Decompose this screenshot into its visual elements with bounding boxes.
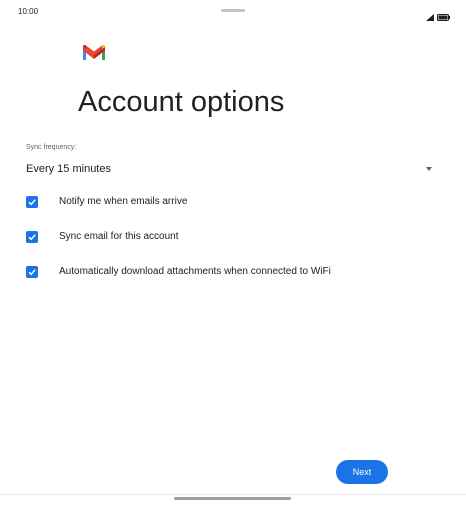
sync-email-label: Sync email for this account bbox=[59, 231, 179, 242]
download-attachments-label: Automatically download attachments when … bbox=[59, 266, 331, 277]
option-download-attachments: Automatically download attachments when … bbox=[26, 265, 426, 281]
download-attachments-checkbox[interactable] bbox=[26, 266, 38, 278]
notify-emails-checkbox[interactable] bbox=[26, 196, 38, 208]
sync-frequency-label: Sync frequency: bbox=[26, 144, 77, 151]
gmail-logo-icon bbox=[82, 43, 106, 61]
check-icon bbox=[28, 199, 36, 206]
option-notify-emails: Notify me when emails arrive bbox=[26, 195, 426, 211]
option-sync-email: Sync email for this account bbox=[26, 230, 426, 246]
battery-icon bbox=[437, 8, 450, 26]
check-icon bbox=[28, 269, 36, 276]
sync-frequency-value: Every 15 minutes bbox=[26, 163, 111, 175]
home-indicator[interactable] bbox=[174, 497, 291, 500]
status-bar: 10:00 bbox=[0, 0, 466, 24]
sync-email-checkbox[interactable] bbox=[26, 231, 38, 243]
signal-icon bbox=[426, 8, 434, 26]
sync-frequency-dropdown[interactable]: Every 15 minutes bbox=[26, 160, 438, 180]
dropdown-arrow-icon bbox=[426, 167, 432, 171]
status-time: 10:00 bbox=[18, 7, 39, 16]
next-button[interactable]: Next bbox=[336, 460, 388, 484]
account-options-screen: 10:00 Account options Sync frequency: Ev… bbox=[0, 0, 466, 506]
check-icon bbox=[28, 234, 36, 241]
page-title: Account options bbox=[78, 86, 285, 118]
notify-emails-label: Notify me when emails arrive bbox=[59, 196, 188, 207]
status-pill bbox=[221, 9, 245, 12]
bottom-divider bbox=[0, 494, 466, 495]
